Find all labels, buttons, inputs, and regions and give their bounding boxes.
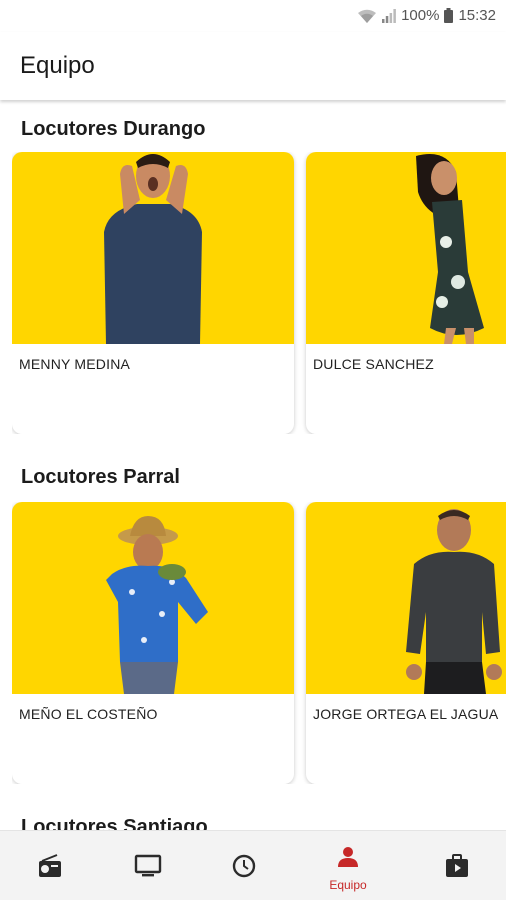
battery-percent: 100%	[401, 7, 440, 24]
section-title: Locutores Santiago	[21, 816, 208, 830]
host-card[interactable]: JORGE ORTEGA EL JAGUA	[306, 502, 506, 784]
host-name: DULCE SANCHEZ	[313, 356, 434, 372]
status-time: 15:32	[458, 7, 496, 24]
person-icon	[338, 847, 358, 867]
host-photo	[306, 502, 506, 694]
host-photo	[12, 502, 294, 694]
card-carousel[interactable]: MEÑO EL COSTEÑO JORGE ORTEGA EL JAGUA	[12, 502, 506, 784]
nav-videos[interactable]	[426, 831, 486, 900]
nav-team[interactable]: Equipo	[318, 831, 378, 900]
battery-icon	[444, 8, 454, 23]
bottom-nav: Equipo	[0, 830, 506, 900]
status-bar: 100% 15:32	[0, 0, 506, 32]
team-list[interactable]: Locutores Durango MENNY MEDINA DULCE SAN…	[0, 100, 506, 830]
radio-icon	[39, 854, 61, 877]
clock-icon	[232, 854, 256, 878]
nav-tv[interactable]	[116, 831, 176, 900]
nav-team-label: Equipo	[329, 878, 367, 892]
page-title: Equipo	[20, 52, 95, 79]
section-title: Locutores Parral	[21, 466, 180, 488]
host-card[interactable]: DULCE SANCHEZ	[306, 152, 506, 434]
tv-icon	[134, 854, 162, 877]
host-name: JORGE ORTEGA EL JAGUA	[313, 706, 499, 722]
host-name: MENNY MEDINA	[19, 356, 131, 372]
host-photo	[12, 152, 294, 344]
video-bag-icon	[446, 854, 468, 877]
host-name: MEÑO EL COSTEÑO	[19, 706, 158, 722]
nav-radio[interactable]	[19, 831, 79, 900]
nav-schedule[interactable]	[213, 831, 273, 900]
card-carousel[interactable]: MENNY MEDINA DULCE SANCHEZ	[12, 152, 506, 434]
signal-icon	[382, 8, 396, 23]
wifi-icon	[358, 9, 377, 23]
app-bar: Equipo	[0, 32, 506, 100]
section-title: Locutores Durango	[21, 118, 206, 140]
status-icons: 100% 15:32	[357, 7, 496, 24]
host-photo	[306, 152, 506, 344]
host-card[interactable]: MENNY MEDINA	[12, 152, 294, 434]
host-card[interactable]: MEÑO EL COSTEÑO	[12, 502, 294, 784]
